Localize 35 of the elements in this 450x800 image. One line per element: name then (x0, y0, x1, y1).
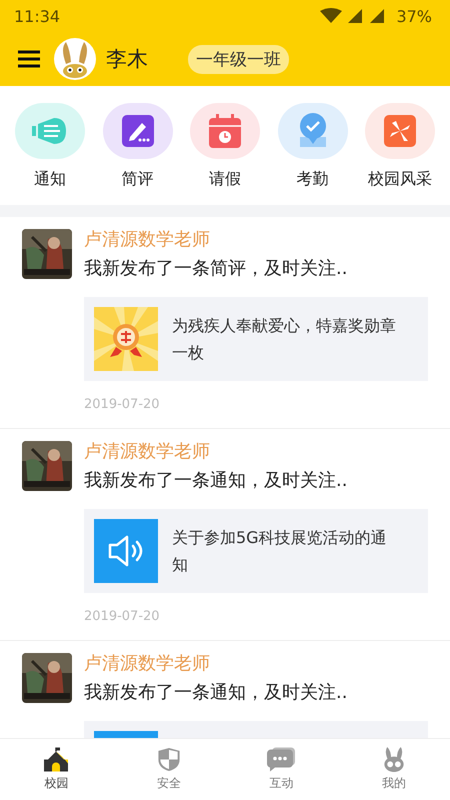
attachment-card[interactable]: 为残疾人奉献爱心，特嘉奖勋章一枚 (84, 297, 428, 381)
post-date: 2019-07-20 (84, 609, 161, 624)
school-icon (42, 747, 70, 772)
class-badge[interactable]: 一年级一班 (188, 44, 289, 74)
tab-bar-item[interactable]: 安全 (112, 739, 225, 800)
calendar-icon (209, 114, 241, 148)
attachment-text: 为残疾人奉献爱心，特嘉奖勋章一枚 (172, 315, 397, 364)
tab-bar-item[interactable]: 互动 (225, 739, 338, 800)
chat-icon (267, 747, 296, 772)
attachment-card[interactable]: 关于参加5G科技展览活动的通知 (84, 509, 428, 593)
post-author: 卢清源数学老师 (84, 652, 211, 676)
quick-menu-item[interactable]: 简评 (98, 86, 178, 205)
attachment-text: 关于参加5G科技展览活动的通知 (172, 527, 388, 576)
megaphone-icon (32, 116, 68, 146)
status-time: 11:34 (14, 6, 60, 26)
battery-level: 37% (396, 6, 432, 26)
location-check-icon (298, 113, 328, 149)
post-date: 2019-07-20 (84, 397, 161, 412)
pencil-note-icon (122, 115, 154, 147)
post-author: 卢清源数学老师 (84, 440, 211, 464)
post-message: 我新发布了一条简评，及时关注.. (84, 257, 348, 281)
quick-menu-item[interactable]: 通知 (10, 86, 90, 205)
user-name: 李木 (106, 46, 148, 73)
pinwheel-icon (384, 115, 416, 147)
menu-icon[interactable] (18, 50, 40, 68)
quick-menu-item[interactable]: 考勤 (272, 86, 352, 205)
tab-bar-item[interactable]: 我的 (338, 739, 450, 800)
post-author: 卢清源数学老师 (84, 228, 211, 252)
post-message: 我新发布了一条通知，及时关注.. (84, 469, 348, 493)
tab-bar-item[interactable]: 校园 (0, 739, 112, 800)
avatar-icon[interactable] (54, 38, 96, 80)
quick-menu-item[interactable]: 请假 (185, 86, 265, 205)
quick-menu-item[interactable]: 校园风采 (360, 86, 440, 205)
post-message: 我新发布了一条通知，及时关注.. (84, 681, 348, 705)
medal-icon (94, 307, 158, 371)
